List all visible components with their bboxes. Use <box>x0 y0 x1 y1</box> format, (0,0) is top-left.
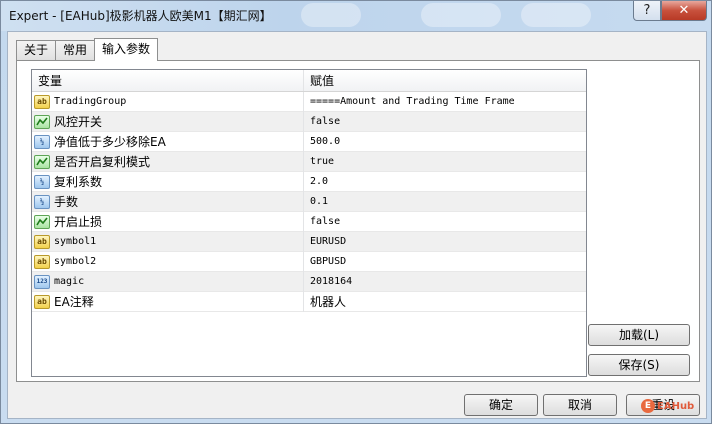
bool-type-icon <box>34 114 50 129</box>
help-button[interactable]: ? <box>633 1 661 21</box>
column-header-variable[interactable]: 变量 <box>32 70 304 91</box>
parameter-variable-cell: ab symbol1 <box>32 231 304 252</box>
parameter-name: 风控开关 <box>54 115 103 129</box>
parameter-row[interactable]: ab symbol2 GBPUSD <box>32 251 586 272</box>
integer-type-icon: 123 <box>34 274 50 289</box>
close-button[interactable]: ✕ <box>661 1 707 21</box>
parameter-variable-cell: 123 magic <box>32 271 304 292</box>
title-decoration <box>301 3 361 27</box>
title-bar[interactable]: Expert - [EAHub]极影机器人欧美M1【期汇网】 ? ✕ <box>1 1 711 31</box>
column-header-value[interactable]: 赋值 <box>304 70 586 91</box>
string-type-icon: ab <box>34 294 50 309</box>
parameter-row[interactable]: 123 magic 2018164 <box>32 271 586 292</box>
parameter-value[interactable]: GBPUSD <box>304 256 586 267</box>
string-type-icon: ab <box>34 234 50 249</box>
load-preset-button[interactable]: 加载(L) <box>588 324 690 346</box>
parameter-name: magic <box>54 276 85 287</box>
parameter-value[interactable]: 500.0 <box>304 136 586 147</box>
parameter-row[interactable]: ½ 净值低于多少移除EA 500.0 <box>32 131 586 152</box>
double-type-icon: ½ <box>34 194 50 209</box>
window-title: Expert - [EAHub]极影机器人欧美M1【期汇网】 <box>9 9 272 23</box>
parameter-value[interactable]: 2.0 <box>304 176 586 187</box>
parameter-name: 净值低于多少移除EA <box>54 135 166 149</box>
bool-type-icon <box>34 154 50 169</box>
parameter-value[interactable]: 0.1 <box>304 196 586 207</box>
parameter-row[interactable]: ½ 手数 0.1 <box>32 191 586 212</box>
eahub-watermark: E EAHub <box>641 399 694 413</box>
string-type-icon: ab <box>34 254 50 269</box>
parameter-name: 是否开启复利模式 <box>54 155 151 169</box>
parameter-row[interactable]: ab symbol1 EURUSD <box>32 231 586 252</box>
parameter-name: 手数 <box>54 195 79 209</box>
parameter-variable-cell: ½ 复利系数 <box>32 171 304 192</box>
tab-strip: 关于 常用 输入参数 <box>16 38 159 61</box>
parameter-value[interactable]: 2018164 <box>304 276 586 287</box>
parameter-variable-cell: ½ 手数 <box>32 191 304 212</box>
parameter-row[interactable]: 是否开启复利模式 true <box>32 151 586 172</box>
parameter-variable-cell: ab EA注释 <box>32 291 304 312</box>
title-decoration <box>521 3 591 27</box>
parameter-name: 复利系数 <box>54 175 103 189</box>
parameter-name: symbol1 <box>54 236 97 247</box>
parameter-value[interactable]: =====Amount and Trading Time Frame <box>304 96 586 107</box>
parameter-variable-cell: ab symbol2 <box>32 251 304 272</box>
parameter-value[interactable]: EURUSD <box>304 236 586 247</box>
parameter-name: EA注释 <box>54 295 94 309</box>
parameter-variable-cell: ab TradingGroup <box>32 91 304 112</box>
save-preset-button[interactable]: 保存(S) <box>588 354 690 376</box>
parameter-value[interactable]: 机器人 <box>304 293 586 310</box>
parameter-name: TradingGroup <box>54 96 127 107</box>
parameters-grid[interactable]: 变量 赋值 ab TradingGroup =====Amount and Trad… <box>31 69 587 377</box>
parameter-row[interactable]: ab TradingGroup =====Amount and Trading Ti… <box>32 91 586 112</box>
tab-inputs[interactable]: 输入参数 <box>94 38 159 61</box>
parameter-value[interactable]: false <box>304 116 586 127</box>
double-type-icon: ½ <box>34 134 50 149</box>
double-type-icon: ½ <box>34 174 50 189</box>
bool-type-icon <box>34 214 50 229</box>
parameter-variable-cell: ½ 净值低于多少移除EA <box>32 131 304 152</box>
title-decoration <box>421 3 501 27</box>
parameter-row[interactable]: 风控开关 false <box>32 111 586 132</box>
grid-rows: ab TradingGroup =====Amount and Trading Ti… <box>32 91 586 312</box>
parameter-variable-cell: 是否开启复利模式 <box>32 151 304 172</box>
parameter-row[interactable]: 开启止损 false <box>32 211 586 232</box>
expert-dialog-window: Expert - [EAHub]极影机器人欧美M1【期汇网】 ? ✕ 关于 常用… <box>0 0 712 424</box>
parameter-variable-cell: 风控开关 <box>32 111 304 132</box>
cancel-button[interactable]: 取消 <box>543 394 617 416</box>
ok-button[interactable]: 确定 <box>464 394 538 416</box>
watermark-text: EAHub <box>657 400 695 412</box>
string-type-icon: ab <box>34 94 50 109</box>
tab-common[interactable]: 常用 <box>55 40 96 60</box>
eahub-logo-icon: E <box>641 399 655 413</box>
parameter-value[interactable]: true <box>304 156 586 167</box>
parameter-name: symbol2 <box>54 256 97 267</box>
parameter-name: 开启止损 <box>54 215 103 229</box>
parameter-row[interactable]: ½ 复利系数 2.0 <box>32 171 586 192</box>
dialog-client-area: 关于 常用 输入参数 变量 赋值 ab TradingGroup =====Amou… <box>7 31 707 419</box>
grid-header: 变量 赋值 <box>32 70 586 92</box>
tab-about[interactable]: 关于 <box>16 40 57 60</box>
parameter-value[interactable]: false <box>304 216 586 227</box>
parameter-variable-cell: 开启止损 <box>32 211 304 232</box>
parameter-row[interactable]: ab EA注释 机器人 <box>32 291 586 312</box>
